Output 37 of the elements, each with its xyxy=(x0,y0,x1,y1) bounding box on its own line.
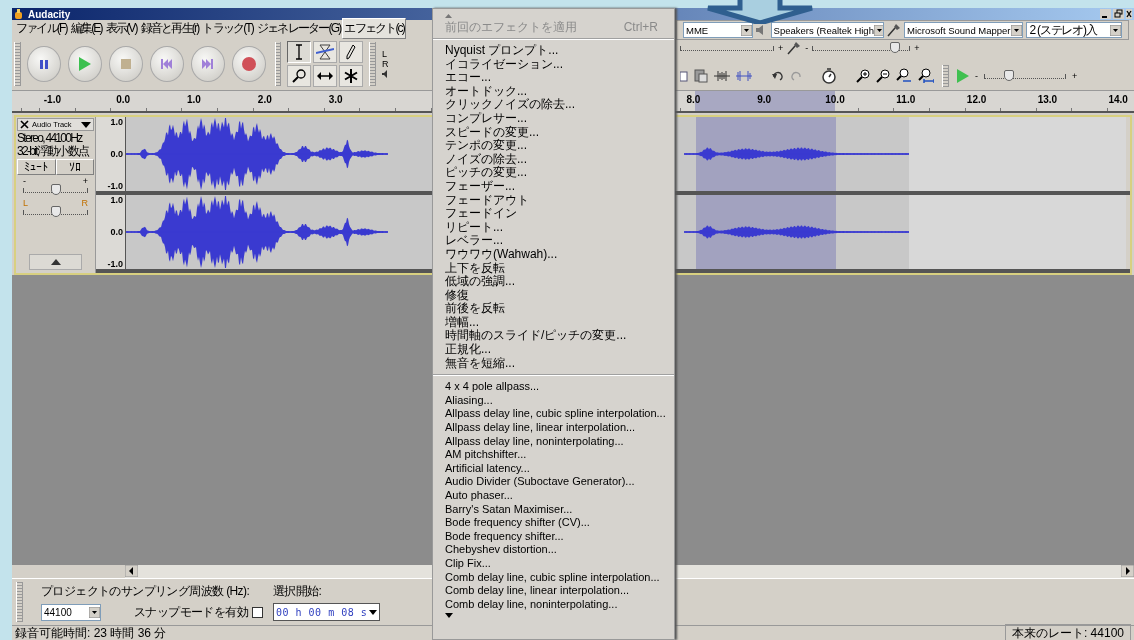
slider-label: + xyxy=(778,43,784,53)
track-info: 32-bit浮動小数点 xyxy=(17,146,90,157)
window-title: Audacity xyxy=(28,8,71,20)
ruler-label: 1.0 xyxy=(186,94,202,105)
sample-rate-label: プロジェクトのサンプリング周波数 (Hz): xyxy=(41,583,251,600)
ruler-label: 14.0 xyxy=(1107,94,1129,105)
ruler-label: 2.0 xyxy=(256,94,273,105)
ruler-label: 11.0 xyxy=(895,94,917,105)
scale-label: 0.0 xyxy=(110,149,123,159)
slider-label: + xyxy=(1072,71,1078,81)
snap-label: スナップモードを有効 xyxy=(134,603,248,621)
slider-label: L xyxy=(23,199,28,208)
scale-label: -1.0 xyxy=(107,181,123,191)
scale-label: -1.0 xyxy=(107,259,123,269)
meter-label: L xyxy=(382,49,389,59)
status-text: 録音可能時間: 23 時間 36 分 xyxy=(15,624,167,640)
selection-start-label: 選択開始: xyxy=(273,583,323,600)
slider-label: + xyxy=(914,43,920,53)
ruler-label: 10.0 xyxy=(824,94,846,105)
slider-label: R xyxy=(81,199,88,208)
slider-label: + xyxy=(82,177,88,186)
ruler-label: -1.0 xyxy=(42,94,62,105)
ruler-label: 0.0 xyxy=(115,94,132,105)
status-text: 本来のレート: 44100 xyxy=(1004,623,1131,640)
scale-label: 0.0 xyxy=(110,227,123,237)
ruler-label: 13.0 xyxy=(1036,94,1059,105)
scale-label: 1.0 xyxy=(110,117,123,127)
slider-label: - xyxy=(23,177,26,186)
ruler-label: 12.0 xyxy=(965,94,988,105)
slider-label: - xyxy=(805,43,809,53)
slider-label: - xyxy=(975,71,978,81)
ruler-label: 9.0 xyxy=(756,94,773,105)
meter-label: R xyxy=(382,59,390,69)
ruler-label: 8.0 xyxy=(685,94,702,105)
scale-label: 1.0 xyxy=(110,195,123,205)
track-info: Stereo, 44100Hz xyxy=(17,133,84,144)
ruler-label: 3.0 xyxy=(327,94,344,105)
